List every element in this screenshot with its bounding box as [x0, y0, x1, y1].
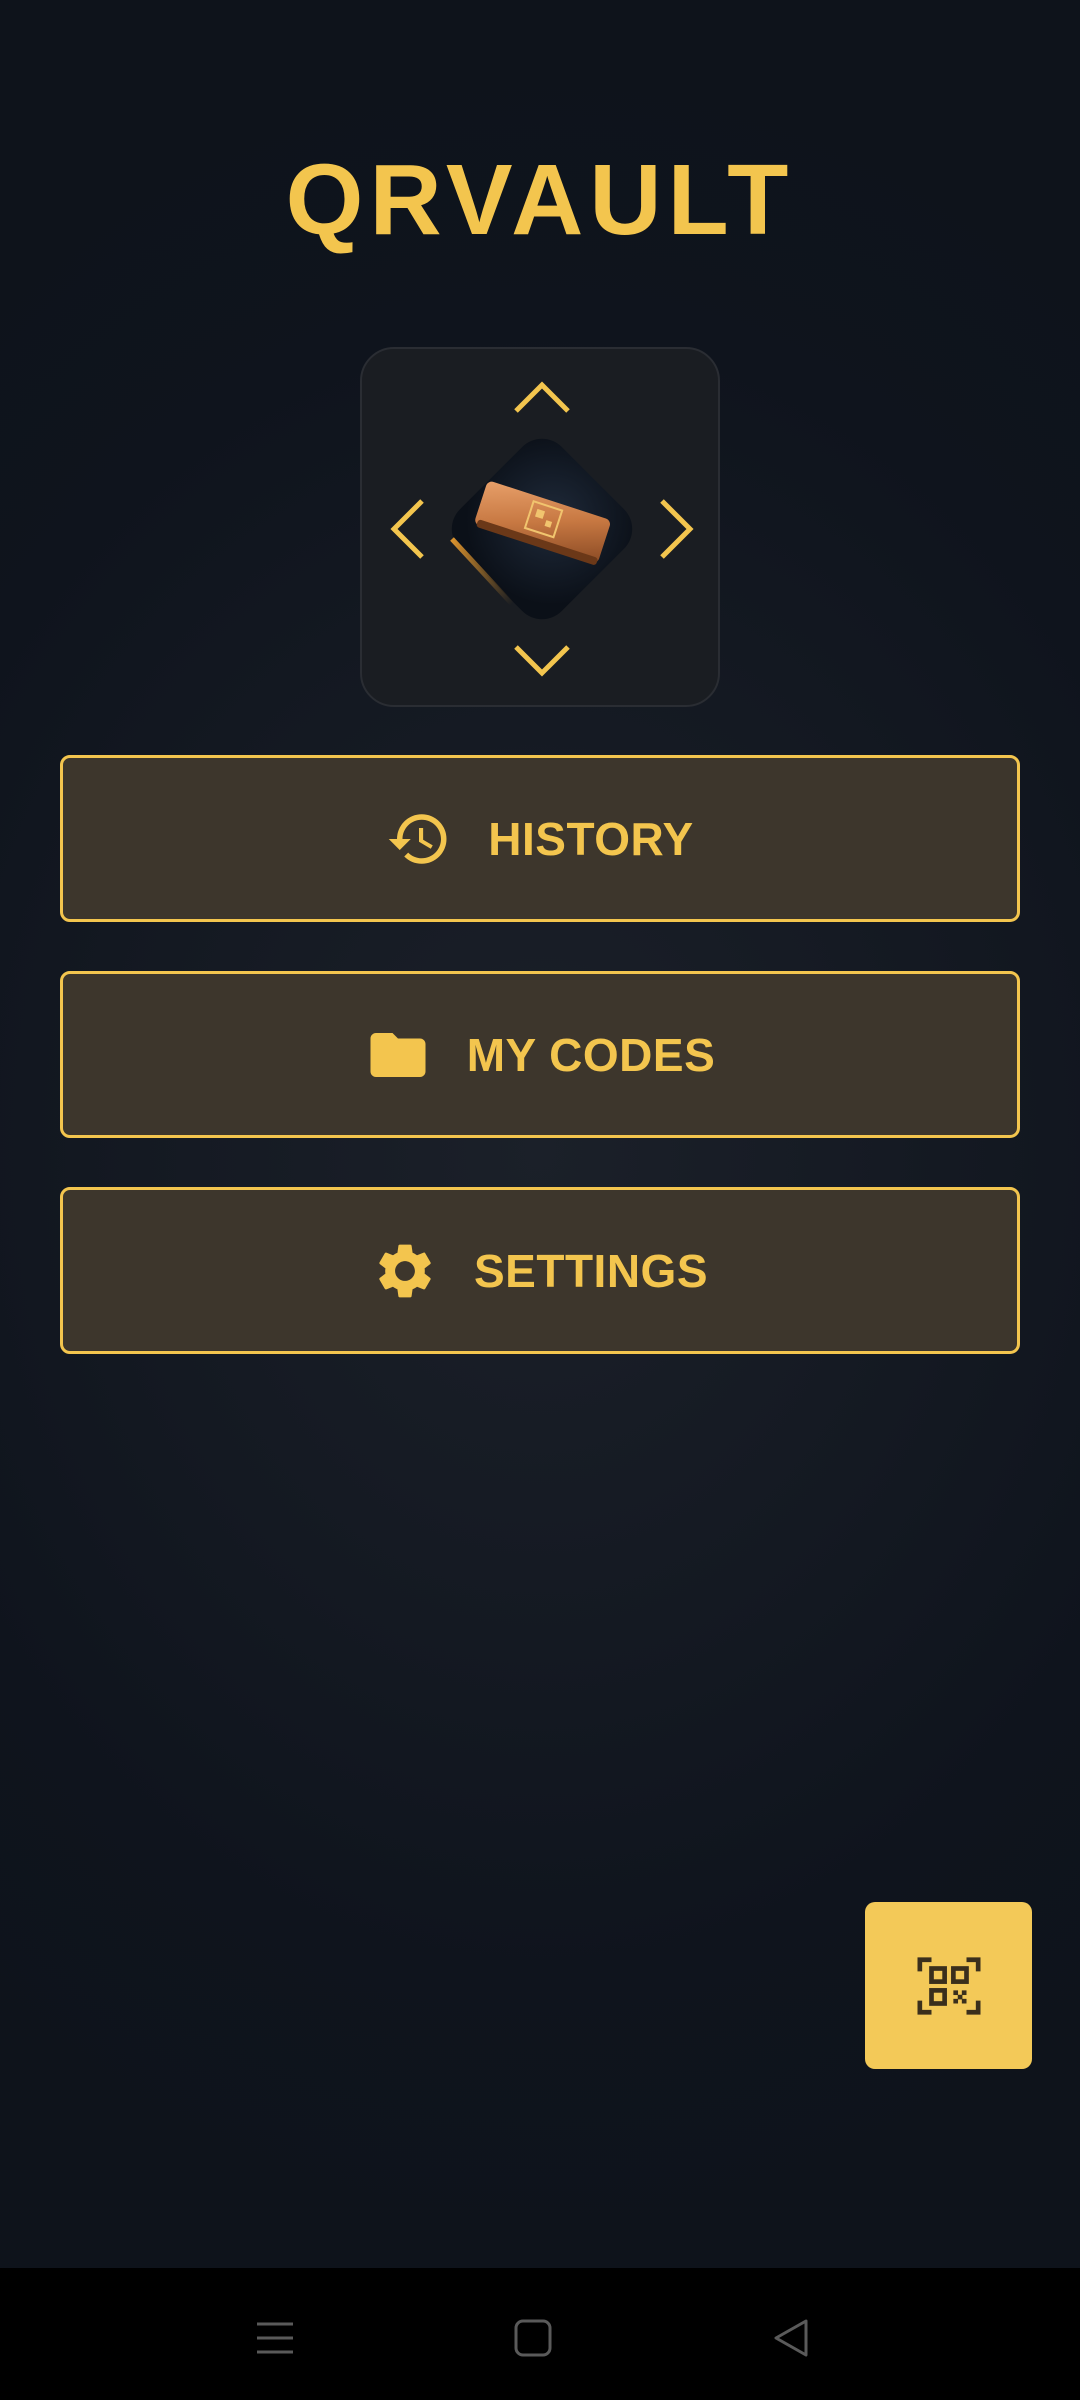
settings-label: SETTINGS [473, 1244, 709, 1297]
my-codes-label: MY CODES [466, 1028, 716, 1081]
arrow-left-button[interactable] [382, 499, 442, 559]
history-label: HISTORY [488, 812, 694, 865]
system-nav-bar [0, 2268, 1080, 2400]
hero-card [360, 347, 720, 707]
history-icon [386, 806, 452, 872]
arrow-right-button[interactable] [642, 499, 702, 559]
history-button[interactable]: HISTORY [60, 755, 1020, 922]
chevron-down-icon [514, 645, 570, 677]
nav-home-button[interactable] [493, 2298, 573, 2378]
nav-recents-button[interactable] [235, 2298, 315, 2378]
nav-back-button[interactable] [752, 2298, 832, 2378]
my-codes-button[interactable]: MY CODES [60, 971, 1020, 1138]
chevron-left-icon [390, 499, 424, 559]
arrow-down-button[interactable] [512, 627, 572, 687]
qr-scan-icon [917, 1956, 980, 2015]
menu-icon [257, 2322, 293, 2354]
chevron-right-icon [660, 499, 694, 559]
scan-qr-button[interactable] [865, 1902, 1032, 2069]
home-icon [514, 2319, 552, 2357]
chevron-up-icon [514, 381, 570, 413]
settings-button[interactable]: SETTINGS [60, 1187, 1020, 1354]
arrow-up-button[interactable] [512, 371, 572, 431]
gear-icon [372, 1238, 438, 1304]
app-title: QRVAULT [285, 144, 795, 256]
folder-icon [365, 1022, 431, 1088]
back-icon [774, 2319, 808, 2357]
